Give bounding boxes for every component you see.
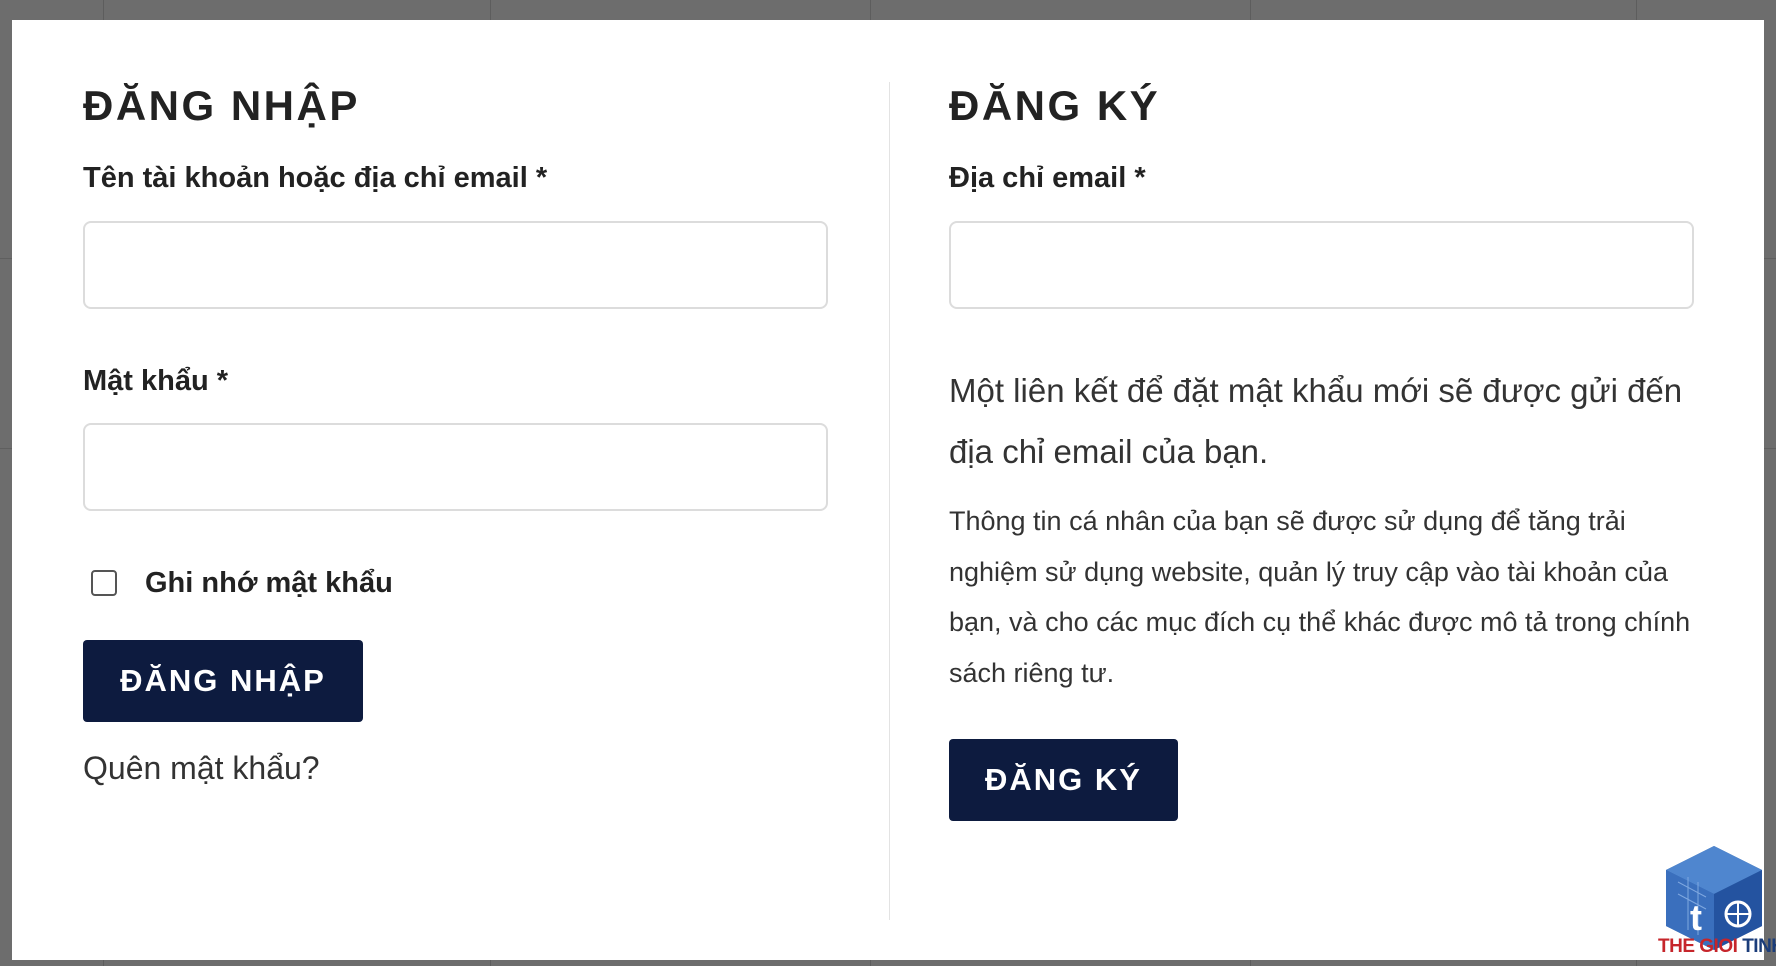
password-label: Mật khẩu * (83, 365, 229, 397)
forgot-password-link[interactable]: Quên mật khẩu? (83, 750, 320, 787)
column-divider (889, 82, 890, 920)
remember-checkbox[interactable] (91, 570, 117, 596)
register-email-label: Địa chỉ email * (949, 162, 1146, 194)
privacy-notice: Thông tin cá nhân của bạn sẽ được sử dụn… (949, 506, 1691, 688)
username-label: Tên tài khoản hoặc địa chỉ email * (83, 162, 548, 194)
register-email-input[interactable] (949, 221, 1694, 309)
remember-label[interactable]: Ghi nhớ mật khẩu (145, 567, 393, 600)
password-input[interactable] (83, 423, 828, 511)
brand-wordmark: THE GIOI TINHOC (1658, 936, 1776, 958)
brand-text-blue: TINHOC (1742, 936, 1776, 957)
login-register-modal: ĐĂNG NHẬP Tên tài khoản hoặc địa chỉ ema… (12, 20, 1764, 960)
register-heading: ĐĂNG KÝ (949, 82, 1161, 129)
brand-text-red: THE GIOI (1658, 936, 1743, 957)
username-input[interactable] (83, 221, 828, 309)
login-button[interactable]: ĐĂNG NHẬP (83, 640, 363, 722)
svg-text:t: t (1690, 897, 1702, 938)
password-link-notice: Một liên kết để đặt mật khẩu mới sẽ được… (949, 372, 1683, 470)
register-button[interactable]: ĐĂNG KÝ (949, 739, 1178, 821)
login-heading: ĐĂNG NHẬP (83, 82, 360, 129)
